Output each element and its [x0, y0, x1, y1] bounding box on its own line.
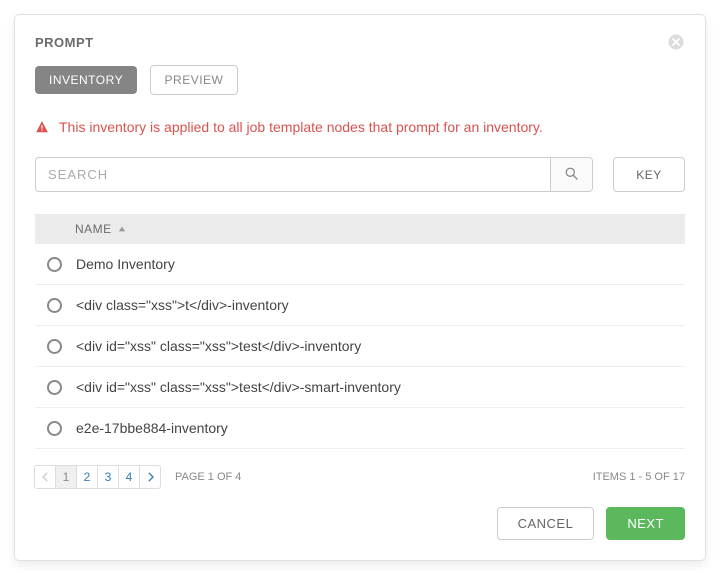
radio-button[interactable]: [47, 339, 62, 354]
pager-prev[interactable]: [34, 465, 56, 489]
table-row[interactable]: <div id="xss" class="xss">test</div>-sma…: [35, 367, 685, 408]
column-header-name: NAME: [75, 222, 112, 236]
prompt-modal: PROMPT INVENTORY PREVIEW This inventory …: [14, 14, 706, 561]
next-button[interactable]: NEXT: [606, 507, 685, 540]
warning-banner: This inventory is applied to all job tem…: [35, 119, 685, 135]
inventory-name: <div id="xss" class="xss">test</div>-inv…: [76, 338, 361, 354]
radio-button[interactable]: [47, 298, 62, 313]
radio-button[interactable]: [47, 380, 62, 395]
pager-page[interactable]: 2: [76, 465, 98, 489]
cancel-button[interactable]: CANCEL: [497, 507, 595, 540]
pager-page[interactable]: 4: [118, 465, 140, 489]
table-row[interactable]: <div id="xss" class="xss">test</div>-inv…: [35, 326, 685, 367]
radio-button[interactable]: [47, 421, 62, 436]
inventory-name: <div id="xss" class="xss">test</div>-sma…: [76, 379, 401, 395]
search-row: KEY: [35, 157, 685, 192]
search-group: [35, 157, 593, 192]
tab-preview[interactable]: PREVIEW: [150, 65, 239, 95]
pager-left: 1 2 3 4 PAGE 1 OF 4: [35, 465, 241, 489]
inventory-name: e2e-17bbe884-inventory: [76, 420, 228, 436]
pager-next[interactable]: [139, 465, 161, 489]
search-icon: [564, 166, 579, 184]
sort-asc-icon: [118, 225, 126, 233]
key-button[interactable]: KEY: [613, 157, 685, 192]
table-header[interactable]: NAME: [35, 214, 685, 244]
modal-footer: CANCEL NEXT: [35, 507, 685, 540]
pager: 1 2 3 4: [35, 465, 161, 489]
page-of-text: PAGE 1 OF 4: [175, 471, 241, 483]
close-icon[interactable]: [667, 33, 685, 51]
search-input[interactable]: [36, 158, 550, 191]
chevron-left-icon: [42, 472, 49, 482]
inventory-name: Demo Inventory: [76, 256, 175, 272]
table-row[interactable]: <div class="xss">t</div>-inventory: [35, 285, 685, 326]
pager-page[interactable]: 3: [97, 465, 119, 489]
table-row[interactable]: e2e-17bbe884-inventory: [35, 408, 685, 449]
table-body: Demo Inventory <div class="xss">t</div>-…: [35, 244, 685, 449]
table-row[interactable]: Demo Inventory: [35, 244, 685, 285]
modal-header: PROMPT: [35, 33, 685, 51]
pagination-bar: 1 2 3 4 PAGE 1 OF 4 ITEMS 1 - 5 OF 17: [35, 465, 685, 489]
chevron-right-icon: [147, 472, 154, 482]
warning-icon: [35, 120, 49, 134]
items-of-text: ITEMS 1 - 5 OF 17: [593, 471, 685, 483]
tab-inventory[interactable]: INVENTORY: [35, 66, 137, 94]
radio-button[interactable]: [47, 257, 62, 272]
warning-text: This inventory is applied to all job tem…: [59, 119, 543, 135]
inventory-name: <div class="xss">t</div>-inventory: [76, 297, 289, 313]
search-button[interactable]: [550, 158, 592, 191]
tab-bar: INVENTORY PREVIEW: [35, 65, 685, 95]
pager-page[interactable]: 1: [55, 465, 77, 489]
modal-title: PROMPT: [35, 35, 94, 50]
